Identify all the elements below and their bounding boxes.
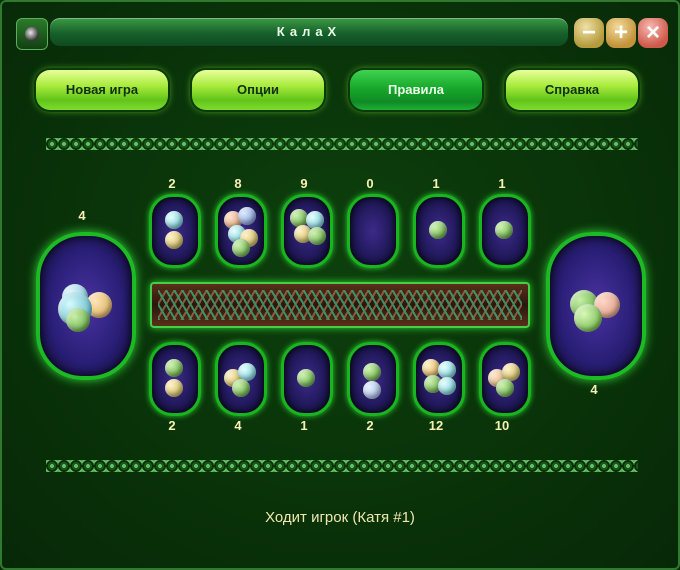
left-store-count: 4: [78, 208, 86, 223]
bottom-pit-3[interactable]: [281, 342, 333, 416]
top-pit-1-count: 2: [168, 176, 176, 191]
title-pill: КалаХ: [50, 18, 568, 46]
close-icon: ×: [645, 19, 660, 46]
turn-status: Ходит игрок (Катя #1): [265, 509, 415, 526]
options-button[interactable]: Опции: [192, 70, 324, 110]
help-button[interactable]: Справка: [506, 70, 638, 110]
minus-icon: −: [581, 19, 596, 46]
decorative-chain-bottom: [46, 460, 638, 472]
bottom-pit-4-count: 2: [366, 418, 374, 433]
top-pit-2[interactable]: [215, 194, 267, 268]
top-pit-2-count: 8: [234, 176, 242, 191]
top-pit-1[interactable]: [149, 194, 201, 268]
bottom-pit-2[interactable]: [215, 342, 267, 416]
top-pit-5[interactable]: [413, 194, 465, 268]
rules-button[interactable]: Правила: [350, 70, 482, 110]
bottom-pit-1-count: 2: [168, 418, 176, 433]
bottom-pit-3-count: 1: [300, 418, 308, 433]
decorative-chain-top: [46, 138, 638, 150]
top-pit-6-count: 1: [498, 176, 506, 191]
bottom-pit-5-count: 12: [428, 418, 444, 433]
bottom-pit-4[interactable]: [347, 342, 399, 416]
game-board: 4 2 8 9 0 1 1 2 4 1 2 12 10 4: [36, 172, 648, 442]
bottom-pit-5[interactable]: [413, 342, 465, 416]
bottom-pit-1[interactable]: [149, 342, 201, 416]
bottom-pit-2-count: 4: [234, 418, 242, 433]
right-store[interactable]: [546, 232, 646, 380]
maximize-button[interactable]: +: [606, 18, 636, 48]
left-store[interactable]: [36, 232, 136, 380]
top-pit-4[interactable]: [347, 194, 399, 268]
close-button[interactable]: ×: [638, 18, 668, 48]
top-pit-6[interactable]: [479, 194, 531, 268]
plus-icon: +: [613, 19, 628, 46]
top-pit-4-count: 0: [366, 176, 374, 191]
right-store-count: 4: [590, 382, 598, 397]
bottom-pit-6-count: 10: [494, 418, 510, 433]
game-window: КалаХ − + × Новая игра Опции Правила Спр…: [0, 0, 680, 570]
minimize-button[interactable]: −: [574, 18, 604, 48]
bottom-pit-6[interactable]: [479, 342, 531, 416]
window-title: КалаХ: [276, 24, 342, 39]
top-pit-3-count: 9: [300, 176, 308, 191]
top-pit-3[interactable]: [281, 194, 333, 268]
top-pit-5-count: 1: [432, 176, 440, 191]
new-game-button[interactable]: Новая игра: [36, 70, 168, 110]
title-bar: КалаХ − + ×: [2, 2, 678, 58]
app-icon[interactable]: [16, 18, 48, 50]
center-track: [150, 282, 530, 328]
